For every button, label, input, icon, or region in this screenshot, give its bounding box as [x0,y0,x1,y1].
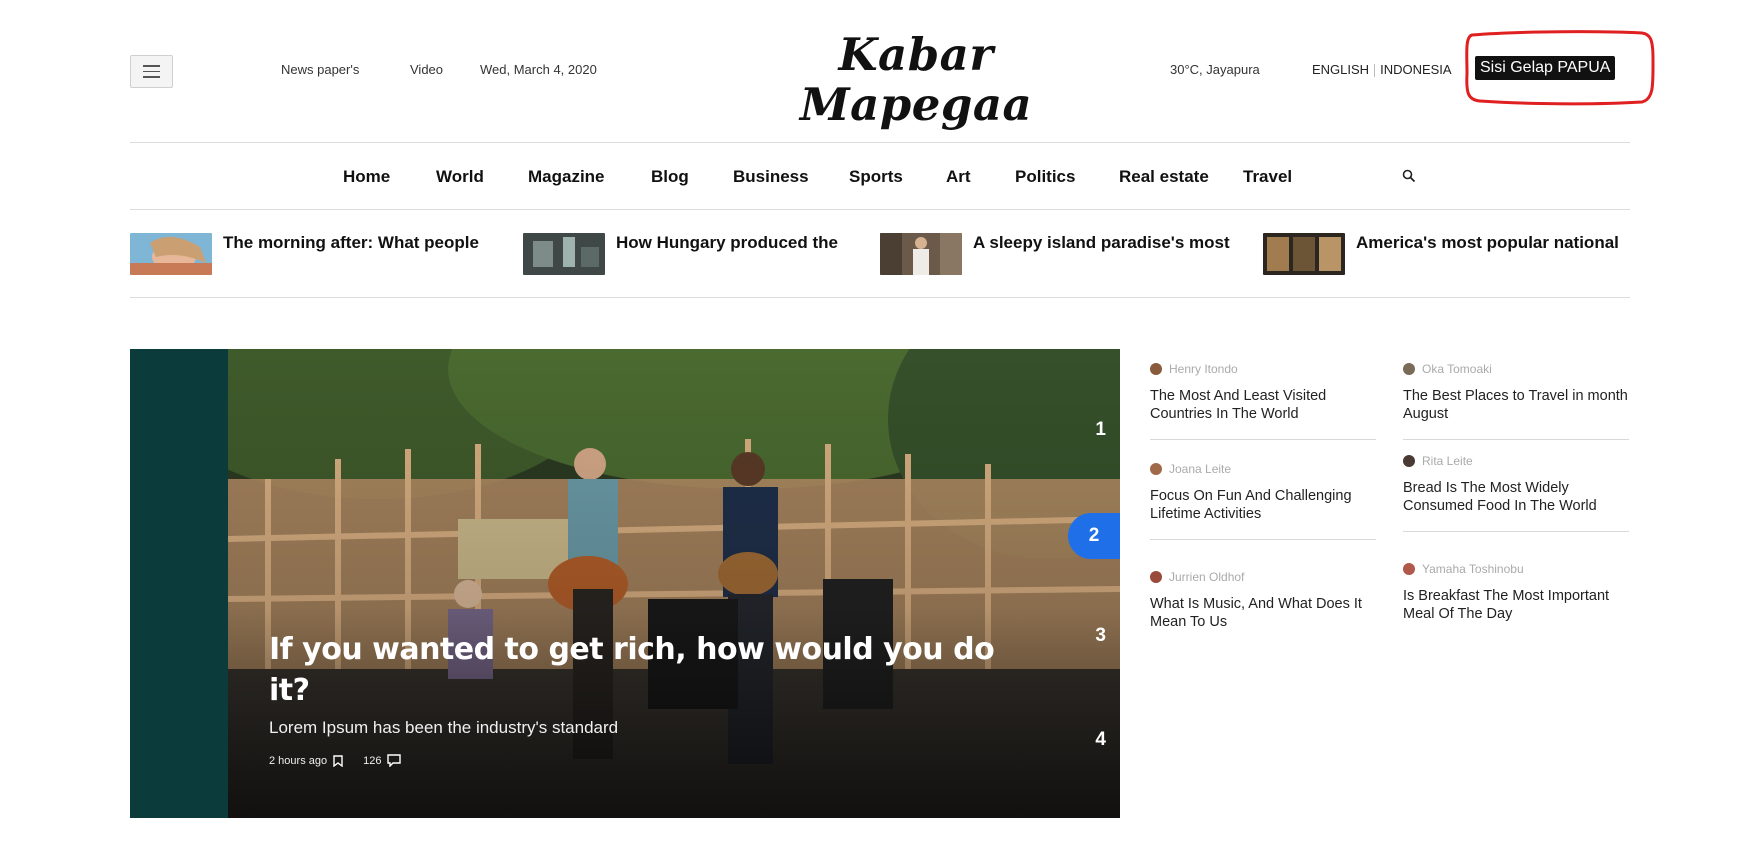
comment-icon[interactable] [387,754,402,767]
slider-page-3[interactable]: 3 [1095,625,1106,647]
ticker-divider [130,297,1630,298]
nav-item-business[interactable]: Business [733,167,809,187]
nav-item-world[interactable]: World [436,167,484,187]
slider-pager: 1 2 3 4 [1068,349,1120,818]
avatar [1403,363,1415,375]
nav-item-politics[interactable]: Politics [1015,167,1075,187]
author-name: Oka Tomoaki [1422,362,1492,376]
current-date: Wed, March 4, 2020 [480,62,597,77]
author-name: Henry Itondo [1169,362,1238,376]
nav-item-travel[interactable]: Travel [1243,167,1292,187]
nav-item-real-estate[interactable]: Real estate [1119,167,1209,187]
post-author: Oka Tomoaki [1403,362,1629,376]
avatar [1403,455,1415,467]
post-author: Henry Itondo [1150,362,1376,376]
newspapers-link[interactable]: News paper's [281,62,359,77]
featured-story-title[interactable]: If you wanted to get rich, how would you… [269,629,1029,711]
featured-story-image [228,349,1120,818]
post-card[interactable]: Yamaha Toshinobu Is Breakfast The Most I… [1403,562,1629,623]
post-title[interactable]: What Is Music, And What Does It Mean To … [1150,595,1376,631]
site-logo[interactable]: Kabar Mapegaa [751,30,1081,129]
post-card[interactable]: Henry Itondo The Most And Least Visited … [1150,362,1376,440]
author-name: Rita Leite [1422,454,1473,468]
post-author: Rita Leite [1403,454,1629,468]
nav-item-home[interactable]: Home [343,167,390,187]
slider-page-2[interactable]: 2 [1068,513,1120,559]
hamburger-menu-icon[interactable] [130,55,173,88]
author-name: Joana Leite [1169,462,1232,476]
post-title[interactable]: Bread Is The Most Widely Consumed Food I… [1403,479,1629,515]
avatar [1150,463,1162,475]
post-card[interactable]: Joana Leite Focus On Fun And Challenging… [1150,462,1376,540]
ticker-title: The morning after: What people [223,233,479,252]
nav-item-blog[interactable]: Blog [651,167,689,187]
main-nav: Home World Magazine Blog Business Sports… [130,143,1630,209]
featured-story[interactable]: If you wanted to get rich, how would you… [130,349,1120,818]
search-icon[interactable] [1402,169,1416,183]
lang-indonesia-link[interactable]: INDONESIA [1380,62,1452,77]
post-card[interactable]: Jurrien Oldhof What Is Music, And What D… [1150,570,1376,631]
ticker-thumbnail-image [880,233,962,275]
avatar [1150,363,1162,375]
ticker-thumbnail-image [523,233,605,275]
post-title[interactable]: Is Breakfast The Most Important Meal Of … [1403,587,1629,623]
ticker-title: America's most popular national [1356,233,1619,252]
post-time: 2 hours ago [269,754,328,767]
author-name: Yamaha Toshinobu [1422,562,1524,576]
weather-readout: 30°C, Jayapura [1170,62,1260,77]
post-card[interactable]: Oka Tomoaki The Best Places to Travel in… [1403,362,1629,440]
headline-ticker: The morning after: What people How Hunga… [130,233,1630,275]
post-card[interactable]: Rita Leite Bread Is The Most Widely Cons… [1403,454,1629,532]
post-author: Jurrien Oldhof [1150,570,1376,584]
bookmark-icon[interactable] [333,754,343,767]
post-title[interactable]: The Most And Least Visited Countries In … [1150,387,1376,423]
post-divider [1150,539,1376,540]
ticker-thumbnail-image [1263,233,1345,275]
lang-divider [1374,64,1376,78]
nav-divider [130,209,1630,210]
ticker-thumbnail-image [130,233,212,275]
author-name: Jurrien Oldhof [1169,570,1245,584]
post-title[interactable]: Focus On Fun And Challenging Lifetime Ac… [1150,487,1376,523]
post-divider [1150,439,1376,440]
post-divider [1403,439,1629,440]
ticker-title: How Hungary produced the [616,233,838,252]
avatar [1403,563,1415,575]
slider-page-4[interactable]: 4 [1095,729,1106,751]
comment-count: 126 [363,754,382,767]
featured-story-subtitle: Lorem Ipsum has been the industry's stan… [269,718,619,737]
ticker-title: A sleepy island paradise's most [973,233,1230,252]
post-author: Yamaha Toshinobu [1403,562,1629,576]
slider-page-1[interactable]: 1 [1095,419,1106,441]
nav-item-art[interactable]: Art [946,167,971,187]
lang-english-link[interactable]: ENGLISH [1312,62,1369,77]
post-divider [1403,531,1629,532]
featured-story-meta: 2 hours ago 126 [269,754,402,767]
dark-mode-button[interactable]: Sisi Gelap PAPUA [1475,56,1616,80]
nav-item-sports[interactable]: Sports [849,167,903,187]
avatar [1150,571,1162,583]
post-author: Joana Leite [1150,462,1376,476]
video-link[interactable]: Video [410,62,443,77]
language-switcher: ENGLISH INDONESIA [1312,62,1452,78]
top-bar: News paper's Video Wed, March 4, 2020 Ka… [130,0,1655,142]
post-title[interactable]: The Best Places to Travel in month Augus… [1403,387,1629,423]
nav-item-magazine[interactable]: Magazine [528,167,605,187]
